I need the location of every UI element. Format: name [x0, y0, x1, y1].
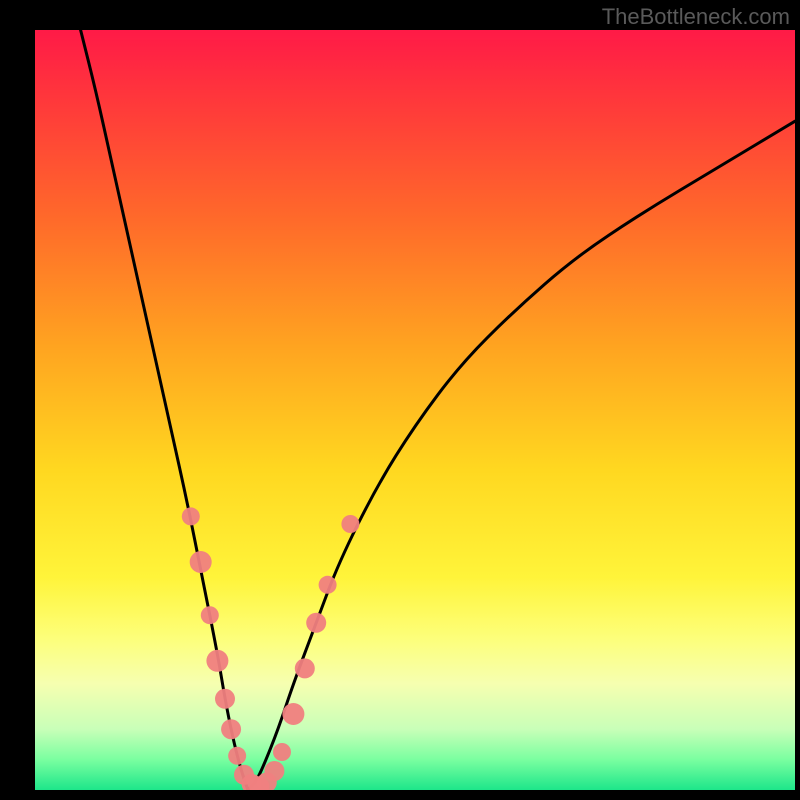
data-marker — [206, 650, 228, 672]
data-marker — [264, 761, 284, 781]
watermark-text: TheBottleneck.com — [602, 4, 790, 30]
data-marker — [273, 743, 291, 761]
data-marker — [215, 689, 235, 709]
series-right-branch — [248, 121, 795, 790]
curve-group — [81, 30, 795, 790]
data-marker — [282, 703, 304, 725]
data-marker — [182, 507, 200, 525]
chart-svg — [35, 30, 795, 790]
series-left-branch — [81, 30, 248, 790]
plot-area — [35, 30, 795, 790]
data-marker — [319, 576, 337, 594]
data-marker — [221, 719, 241, 739]
data-marker — [201, 606, 219, 624]
data-marker — [295, 658, 315, 678]
data-marker — [306, 613, 326, 633]
data-marker — [190, 551, 212, 573]
data-marker — [341, 515, 359, 533]
data-marker — [228, 747, 246, 765]
